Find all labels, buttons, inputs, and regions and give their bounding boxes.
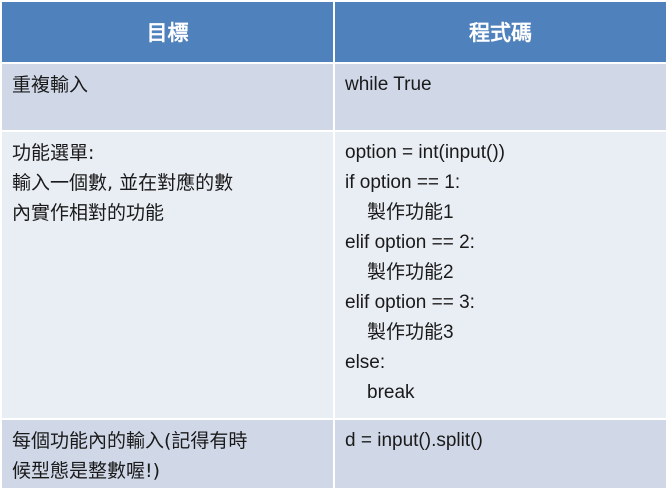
code-line: 製作功能1 xyxy=(367,202,454,223)
goal-cell: 重複輸入 xyxy=(0,62,335,132)
goal-cell: 每個功能內的輸入(記得有時 候型態是整數喔!) xyxy=(0,418,335,490)
code-cell: d = input().split() xyxy=(333,418,666,490)
header-row: 目標 程式碼 xyxy=(0,0,666,64)
code-line: if option == 1: xyxy=(345,172,461,193)
goal-line: 候型態是整數喔!) xyxy=(12,460,161,482)
table-row: 功能選單: 輸入一個數, 並在對應的數 內實作相對的功能 option = in… xyxy=(0,130,666,420)
code-line: d = input().split() xyxy=(345,430,483,451)
code-line: elif option == 3: xyxy=(345,292,475,313)
goal-line: 功能選單: xyxy=(12,142,95,164)
code-line: break xyxy=(367,382,415,403)
code-line: option = int(input()) xyxy=(345,142,505,163)
code-line: 製作功能2 xyxy=(367,262,454,283)
header-code: 程式碼 xyxy=(333,0,666,64)
code-cell: option = int(input()) if option == 1: 製作… xyxy=(333,130,666,420)
goal-line: 每個功能內的輸入(記得有時 xyxy=(12,430,248,452)
header-goal: 目標 xyxy=(0,0,335,64)
table-row: 重複輸入 while True xyxy=(0,62,666,132)
code-line: 製作功能3 xyxy=(367,322,454,343)
goal-cell: 功能選單: 輸入一個數, 並在對應的數 內實作相對的功能 xyxy=(0,130,335,420)
code-line: else: xyxy=(345,352,386,373)
goal-line: 內實作相對的功能 xyxy=(12,202,165,224)
goal-code-table: 目標 程式碼 重複輸入 while True 功能選單: 輸入一個數, 並在對應… xyxy=(0,0,666,490)
goal-line: 重複輸入 xyxy=(12,74,89,96)
goal-line: 輸入一個數, 並在對應的數 xyxy=(12,172,234,194)
code-cell: while True xyxy=(333,62,666,132)
code-line: while True xyxy=(345,74,432,95)
code-line: elif option == 2: xyxy=(345,232,475,253)
table-row: 每個功能內的輸入(記得有時 候型態是整數喔!) d = input().spli… xyxy=(0,418,666,490)
